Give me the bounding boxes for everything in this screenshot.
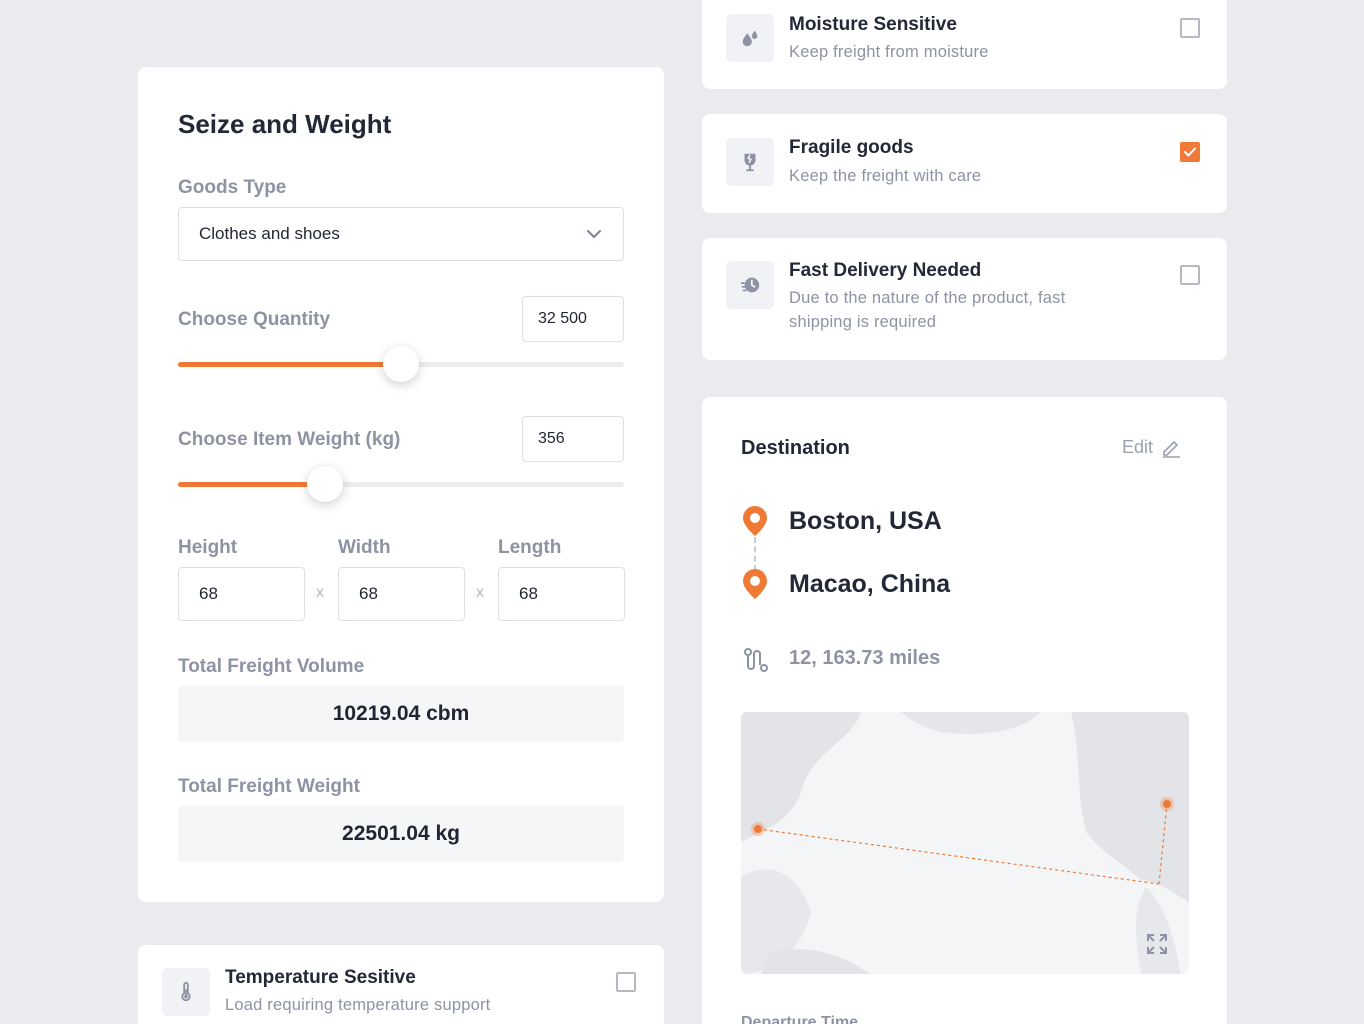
total-weight-label: Total Freight Weight bbox=[178, 776, 360, 797]
goods-type-label: Goods Type bbox=[178, 177, 287, 198]
temperature-option-subtitle: Load requiring temperature support bbox=[225, 996, 491, 1014]
fast-clock-icon bbox=[726, 261, 774, 309]
length-input[interactable]: 68 bbox=[498, 567, 625, 621]
pencil-icon bbox=[1163, 440, 1181, 458]
quantity-slider-fill bbox=[178, 362, 401, 367]
fast-delivery-subtitle-line2: shipping is required bbox=[789, 313, 937, 331]
item-weight-slider-thumb[interactable] bbox=[307, 466, 344, 502]
moisture-option-title: Moisture Sensitive bbox=[789, 14, 957, 35]
fast-delivery-checkbox[interactable] bbox=[1180, 265, 1200, 285]
size-weight-card: Seize and Weight Goods Type Clothes and … bbox=[138, 67, 664, 902]
quantity-label: Choose Quantity bbox=[178, 309, 331, 330]
length-label: Length bbox=[498, 537, 562, 558]
total-weight-value: 22501.04 kg bbox=[178, 806, 624, 862]
times-symbol: x bbox=[316, 584, 324, 601]
fragile-option-title: Fragile goods bbox=[789, 137, 914, 158]
fragile-glass-icon bbox=[726, 138, 774, 186]
map-canvas bbox=[741, 712, 1189, 974]
destination-city: Macao, China bbox=[789, 570, 951, 598]
fast-delivery-subtitle-line1: Due to the nature of the product, fast bbox=[789, 289, 1066, 307]
width-input[interactable]: 68 bbox=[338, 567, 465, 621]
times-symbol: x bbox=[476, 584, 484, 601]
height-label: Height bbox=[178, 537, 238, 558]
item-weight-input[interactable]: 356 bbox=[522, 416, 624, 462]
droplets-icon bbox=[726, 14, 774, 62]
moisture-option-subtitle: Keep freight from moisture bbox=[789, 43, 989, 61]
origin-city: Boston, USA bbox=[789, 507, 942, 535]
total-volume-label: Total Freight Volume bbox=[178, 656, 365, 677]
fragile-option-card[interactable]: Fragile goods Keep the freight with care bbox=[702, 114, 1227, 213]
total-volume-value: 10219.04 cbm bbox=[178, 686, 624, 742]
item-weight-slider-fill bbox=[178, 482, 326, 487]
departure-time-label: Departure Time bbox=[741, 1014, 859, 1024]
moisture-option-card[interactable]: Moisture Sensitive Keep freight from moi… bbox=[702, 0, 1227, 89]
chevron-down-icon bbox=[587, 230, 601, 238]
origin-pin-icon bbox=[743, 506, 767, 536]
fragile-option-subtitle: Keep the freight with care bbox=[789, 167, 982, 185]
edit-destination-link[interactable]: Edit bbox=[1122, 437, 1181, 458]
route-map[interactable] bbox=[741, 712, 1189, 974]
destination-pin-icon bbox=[743, 569, 767, 599]
temperature-option-card[interactable]: Temperature Sesitive Load requiring temp… bbox=[138, 945, 664, 1024]
item-weight-label: Choose Item Weight (kg) bbox=[178, 429, 401, 450]
checkmark-icon bbox=[1184, 147, 1196, 157]
fragile-checkbox[interactable] bbox=[1180, 142, 1200, 162]
temperature-checkbox[interactable] bbox=[616, 972, 636, 992]
thermometer-icon bbox=[162, 968, 210, 1016]
edit-label: Edit bbox=[1122, 437, 1154, 457]
destination-card: Destination Edit Boston, USA Macao, Chin… bbox=[702, 397, 1227, 1024]
goods-type-value: Clothes and shoes bbox=[199, 224, 340, 243]
quantity-input[interactable]: 32 500 bbox=[522, 296, 624, 342]
quantity-slider[interactable] bbox=[178, 346, 624, 382]
item-weight-slider[interactable] bbox=[178, 466, 624, 502]
route-connector bbox=[754, 537, 756, 571]
temperature-option-title: Temperature Sesitive bbox=[225, 967, 416, 988]
route-icon bbox=[744, 648, 768, 672]
size-weight-title: Seize and Weight bbox=[178, 109, 392, 139]
fast-delivery-option-title: Fast Delivery Needed bbox=[789, 260, 982, 281]
destination-title: Destination bbox=[741, 437, 850, 459]
expand-map-icon[interactable] bbox=[1145, 932, 1169, 956]
goods-type-select[interactable]: Clothes and shoes bbox=[178, 207, 624, 261]
width-label: Width bbox=[338, 537, 391, 558]
moisture-checkbox[interactable] bbox=[1180, 18, 1200, 38]
height-input[interactable]: 68 bbox=[178, 567, 305, 621]
route-distance: 12, 163.73 miles bbox=[789, 647, 941, 669]
quantity-slider-thumb[interactable] bbox=[383, 346, 419, 382]
fast-delivery-option-card[interactable]: Fast Delivery Needed Due to the nature o… bbox=[702, 238, 1227, 360]
